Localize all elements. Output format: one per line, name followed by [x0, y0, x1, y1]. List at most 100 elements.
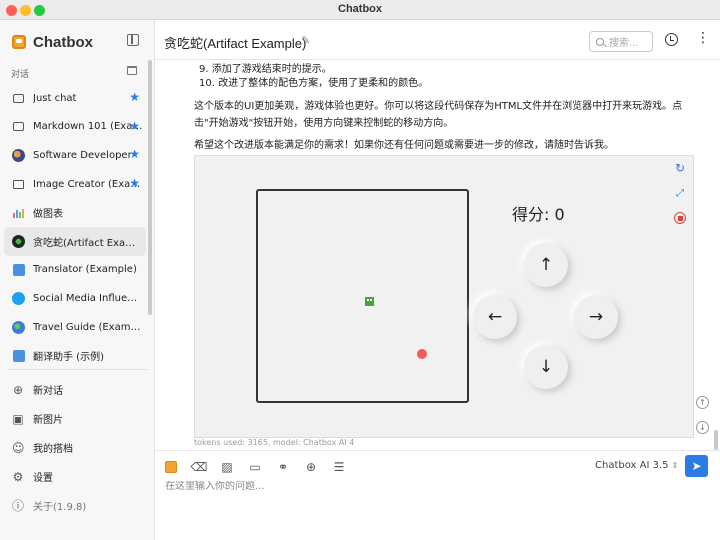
- new-image-button[interactable]: ▣ 新图片: [4, 404, 146, 433]
- translator-avatar-icon: [12, 349, 25, 362]
- send-button[interactable]: ➤: [685, 455, 708, 477]
- plus-circle-icon: ⊕: [12, 382, 24, 397]
- left-button[interactable]: ←: [473, 295, 517, 339]
- image-icon[interactable]: ▨: [219, 459, 235, 475]
- up-button[interactable]: ↑: [524, 243, 568, 287]
- globe-avatar-icon: [12, 320, 25, 334]
- input-area: ⌫ ▨ ▭ ⚭ ⊕ ☰ Chatbox AI 3.5 ⇕ ➤: [155, 450, 720, 540]
- robot-icon: ☺: [12, 440, 25, 455]
- chatbox-logo-icon: [12, 35, 26, 49]
- conversation-label: Markdown 101 (Example): [33, 121, 143, 133]
- star-icon[interactable]: ★: [129, 120, 140, 132]
- my-copilots-button[interactable]: ☺ 我的搭档: [4, 433, 146, 462]
- version-label: 关于(1.9.8): [33, 502, 87, 513]
- folder-icon[interactable]: ▭: [247, 459, 263, 475]
- message-input[interactable]: [165, 481, 665, 492]
- chat-scrollbar[interactable]: [714, 430, 718, 450]
- model-selector[interactable]: Chatbox AI 3.5 ⇕: [595, 460, 678, 471]
- brand-name: Chatbox: [33, 33, 93, 51]
- sidebar-scrollbar[interactable]: [148, 60, 152, 315]
- conversation-item-markdown[interactable]: Markdown 101 (Example) ★: [4, 113, 146, 142]
- conversation-label: Software Developer: [33, 149, 132, 161]
- chat-title: 贪吃蛇(Artifact Example): [164, 36, 307, 51]
- game-board: [256, 189, 469, 403]
- refresh-icon[interactable]: ↻: [673, 161, 687, 175]
- conversation-label: 翻译助手 (示例): [33, 352, 104, 364]
- history-icon[interactable]: [665, 33, 678, 46]
- scroll-down-icon[interactable]: ↓: [696, 421, 709, 434]
- conversation-item-chart[interactable]: 做图表: [4, 198, 146, 227]
- search-icon: [596, 37, 604, 46]
- conversation-item-software-developer[interactable]: Software Developer ★: [4, 141, 146, 170]
- search-placeholder: 搜索...: [609, 38, 639, 49]
- settings-button[interactable]: ⚙ 设置: [4, 462, 146, 491]
- sliders-icon[interactable]: ☰: [331, 459, 347, 475]
- conversation-label: Just chat: [33, 92, 77, 104]
- main-panel: 贪吃蛇(Artifact Example) ✎ 搜索... ⋮ 9. 添加了游戏…: [155, 20, 720, 540]
- snake-head: [365, 297, 374, 306]
- list-item: 10. 改进了整体的配色方案，使用了更柔和的颜色。: [199, 78, 429, 89]
- conversation-label: Social Media Influencer (Example): [33, 292, 143, 304]
- translator-avatar-icon: [12, 263, 25, 276]
- chat-bubble-icon: [12, 120, 25, 133]
- down-button[interactable]: ↓: [524, 345, 568, 389]
- conversation-item-just-chat[interactable]: Just chat ★: [4, 84, 146, 113]
- menu-label: 我的搭档: [33, 444, 73, 455]
- globe-icon[interactable]: ⊕: [303, 459, 319, 475]
- collapse-sidebar-icon[interactable]: [127, 34, 139, 46]
- image-plus-icon: ▣: [12, 411, 24, 426]
- brand: Chatbox: [12, 32, 93, 52]
- conversation-item-travel-guide[interactable]: Travel Guide (Example): [4, 313, 146, 342]
- send-icon: ➤: [691, 459, 702, 473]
- stop-icon[interactable]: [673, 211, 687, 225]
- window-title: Chatbox: [338, 3, 382, 15]
- tokens-info: tokens used: 3165, model: Chatbox AI 4: [194, 438, 355, 447]
- eraser-icon[interactable]: ⌫: [191, 459, 208, 475]
- conversation-item-image-creator[interactable]: Image Creator (Example) ★: [4, 170, 146, 199]
- conversation-item-snake[interactable]: 贪吃蛇(Artifact Example): [4, 226, 146, 256]
- image-icon: [12, 178, 25, 191]
- search-input[interactable]: 搜索...: [589, 31, 653, 52]
- conversation-item-social-media[interactable]: Social Media Influencer (Example): [4, 284, 146, 313]
- message-paragraph: 希望这个改进版本能满足你的需求！如果你还有任何问题或需要进一步的修改，请随时告诉…: [194, 140, 614, 151]
- message-paragraph: 这个版本的UI更加美观，游戏体验也更好。你可以将这段代码保存为HTML文件并在浏…: [194, 101, 683, 129]
- window-titlebar: Chatbox: [0, 0, 720, 20]
- developer-avatar-icon: [12, 148, 25, 162]
- snake-food: [417, 349, 427, 359]
- link-icon[interactable]: ⚭: [275, 459, 291, 475]
- star-icon[interactable]: ★: [129, 91, 140, 103]
- conversation-label: Image Creator (Example): [33, 178, 143, 190]
- info-icon: ⓘ: [12, 498, 25, 513]
- conversations-section-label: 对话: [11, 70, 30, 80]
- chevron-updown-icon: ⇕: [671, 461, 679, 470]
- new-chat-button[interactable]: ⊕ 新对话: [4, 375, 146, 404]
- more-options-icon[interactable]: ⋮: [696, 31, 710, 45]
- sidebar-menu: ⊕ 新对话 ▣ 新图片 ☺ 我的搭档 ⚙ 设置: [4, 375, 146, 491]
- star-icon[interactable]: ★: [129, 177, 140, 189]
- provider-icon[interactable]: [163, 459, 179, 475]
- score-display: 得分: 0: [512, 205, 565, 224]
- sidebar: Chatbox 对话 Just chat ★ Markdown 101 (Exa…: [0, 20, 155, 540]
- snake-avatar-icon: [12, 234, 25, 248]
- conversation-label: Translator (Example): [33, 264, 137, 276]
- conversation-item-translator[interactable]: Translator (Example): [4, 256, 146, 285]
- chat-bubble-icon: [12, 92, 25, 105]
- about-button[interactable]: ⓘ 关于(1.9.8): [12, 498, 87, 514]
- edit-title-icon[interactable]: ✎: [301, 34, 310, 47]
- star-icon[interactable]: ★: [129, 148, 140, 160]
- divider: [8, 369, 148, 370]
- menu-label: 设置: [33, 473, 53, 484]
- twitter-avatar-icon: [12, 291, 25, 305]
- conversation-item-translate-helper[interactable]: 翻译助手 (示例): [4, 341, 146, 370]
- message-content: 9. 添加了游戏结束时的提示。 10. 改进了整体的配色方案，使用了更柔和的颜色…: [194, 60, 704, 154]
- scroll-up-icon[interactable]: ↑: [696, 396, 709, 409]
- artifact-preview: 得分: 0 ↑ ← → ↓ ↻ ⤢: [194, 155, 694, 438]
- gear-icon: ⚙: [12, 469, 24, 484]
- menu-label: 新图片: [33, 415, 63, 426]
- expand-icon[interactable]: ⤢: [673, 186, 687, 200]
- list-item: 9. 添加了游戏结束时的提示。: [199, 64, 332, 75]
- right-button[interactable]: →: [574, 295, 618, 339]
- clear-conversations-icon[interactable]: [127, 66, 137, 75]
- conversation-list: Just chat ★ Markdown 101 (Example) ★ Sof…: [4, 84, 146, 370]
- conversation-label: 贪吃蛇(Artifact Example): [33, 237, 143, 249]
